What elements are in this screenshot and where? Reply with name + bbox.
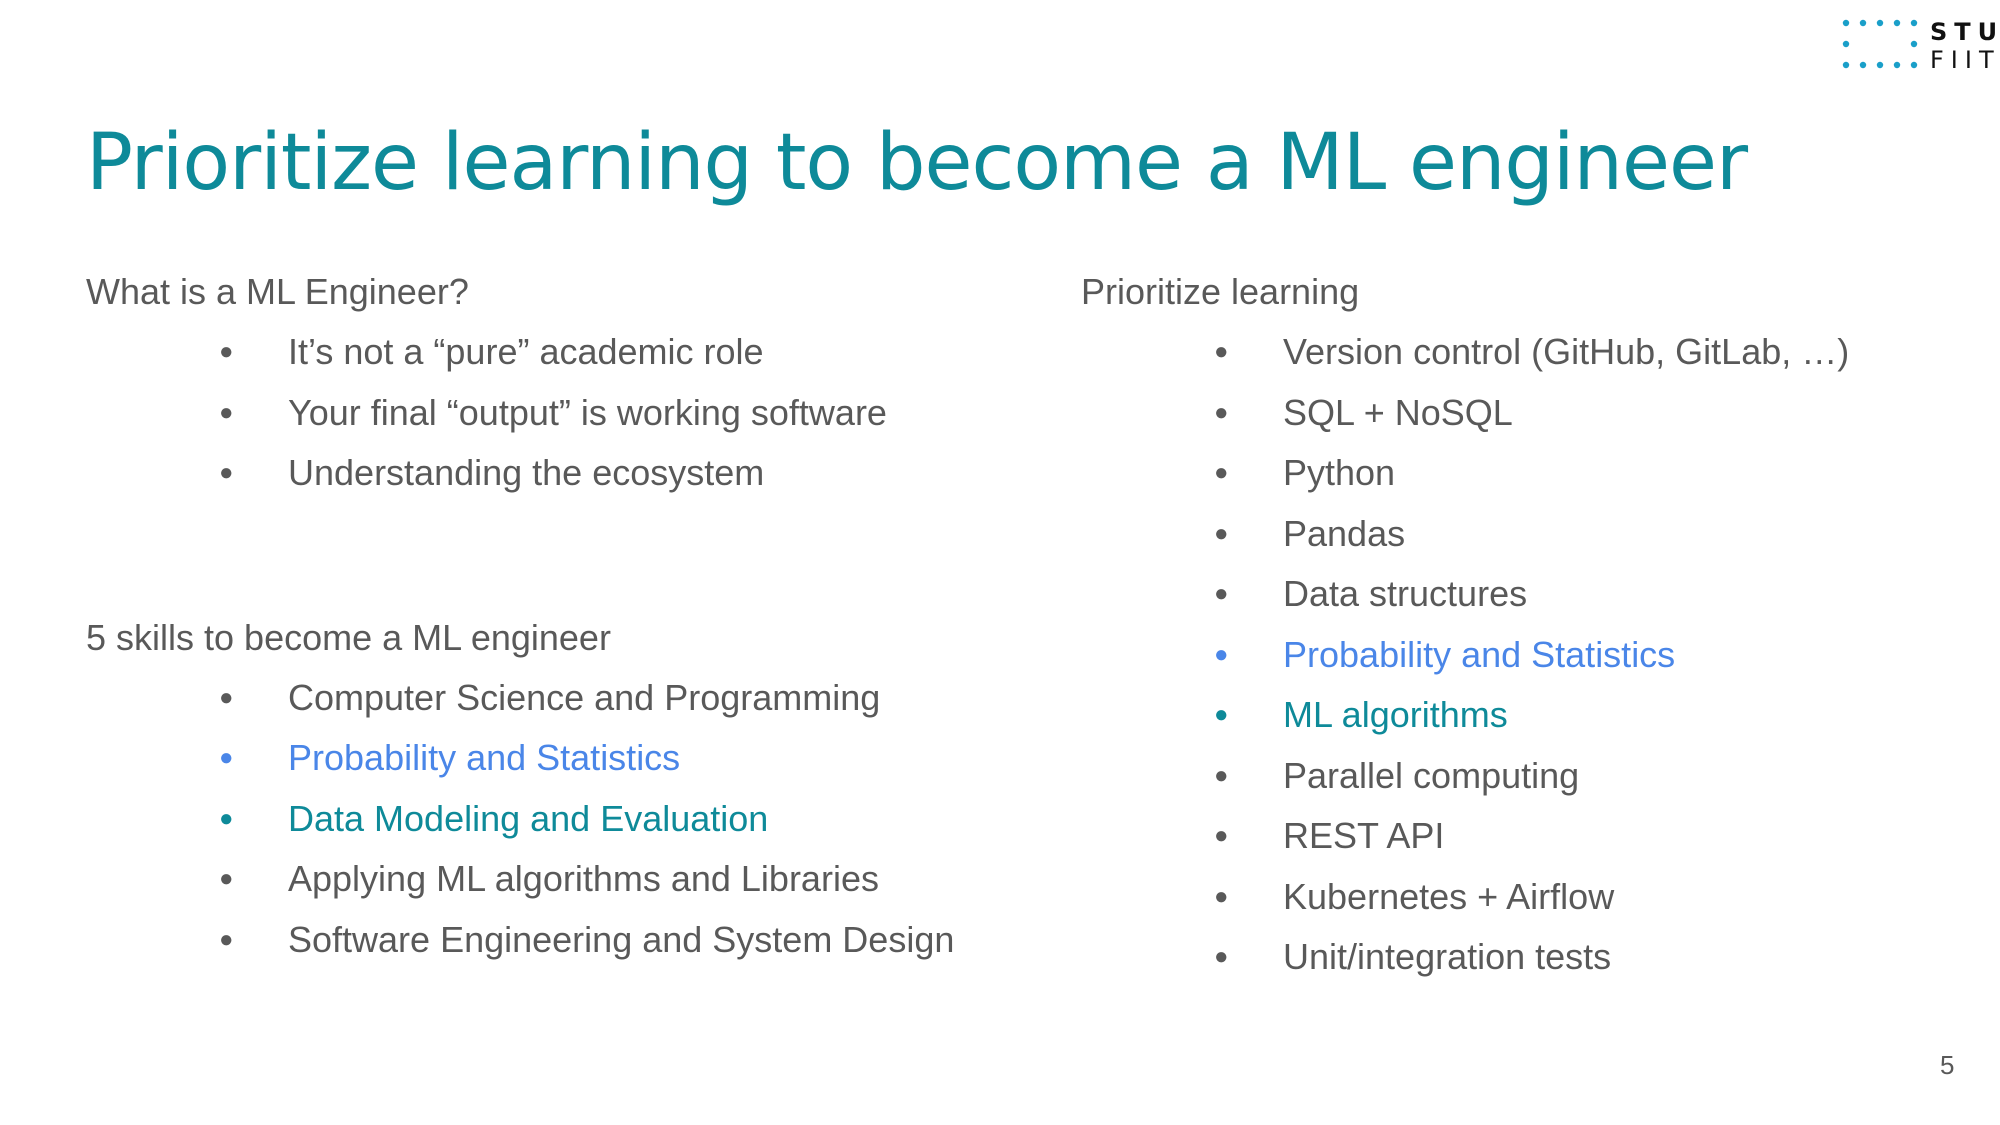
- section-heading-five-skills: 5 skills to become a ML engineer: [86, 616, 611, 658]
- list-what-is-ml-engineer: ● It’s not a “pure” academic role ● Your fi…: [86, 322, 1046, 504]
- list-item-text: SQL + NoSQL: [1283, 391, 1513, 433]
- list-item: ● Python: [1081, 443, 1981, 504]
- list-item: ● Applying ML algorithms and Libraries: [86, 849, 1046, 910]
- list-item: ● Kubernetes + Airflow: [1081, 867, 1981, 928]
- list-item-text: Data Modeling and Evaluation: [288, 797, 769, 839]
- bullet-icon: ●: [1214, 580, 1229, 607]
- stu-fiit-logo: STU FIIT: [1842, 18, 1997, 74]
- right-column: Prioritize learning ● Version control (Gi…: [1081, 262, 1981, 988]
- list-item-text: Python: [1283, 452, 1396, 493]
- bullet-icon: ●: [1214, 761, 1229, 789]
- list-item-text: Pandas: [1283, 512, 1406, 554]
- list-item: ● Data structures: [1081, 564, 1981, 625]
- list-item: ● Pandas: [1081, 504, 1981, 565]
- section-heading-what-is-ml-engineer: What is a ML Engineer?: [86, 271, 469, 312]
- list-item-text: It’s not a “pure” academic role: [288, 331, 764, 372]
- list-item: ● ML algorithms: [1081, 685, 1981, 746]
- bullet-icon: ●: [1214, 882, 1229, 910]
- list-five-skills: ● Computer Science and Programming ● Probab…: [86, 668, 1046, 971]
- list-item: ● Version control (GitHub, GitLab, …): [1081, 322, 1981, 383]
- list-item-text: Computer Science and Programming: [288, 676, 881, 718]
- section-heading-prioritize-learning: Prioritize learning: [1081, 271, 1360, 312]
- list-item-text: REST API: [1283, 815, 1445, 856]
- bullet-icon: ●: [1214, 519, 1229, 547]
- list-item-text: Data structures: [1283, 573, 1528, 614]
- list-item: ● Probability and Statistics: [86, 728, 1046, 789]
- left-column: What is a ML Engineer? ● It’s not a “pure…: [86, 262, 1046, 970]
- bullet-icon: ●: [1214, 398, 1229, 426]
- bullet-icon: ●: [1214, 943, 1229, 970]
- list-item: ● REST API: [1081, 806, 1981, 867]
- bullet-icon: ●: [219, 804, 234, 832]
- bullet-icon: ●: [1214, 338, 1229, 365]
- bullet-icon: ●: [219, 744, 234, 771]
- list-item: ● Understanding the ecosystem: [86, 443, 1046, 504]
- list-item: ● Probability and Statistics: [1081, 625, 1981, 686]
- list-item-text: Kubernetes + Airflow: [1283, 875, 1615, 917]
- bullet-icon: ●: [219, 398, 234, 426]
- page-number: 5: [1940, 1050, 1955, 1080]
- bullet-icon: ●: [219, 683, 234, 711]
- list-item-text: Unit/integration tests: [1283, 936, 1612, 977]
- bullet-icon: ●: [1214, 640, 1229, 668]
- logo-text: STU FIIT: [1930, 18, 2000, 74]
- list-item-text: Parallel computing: [1283, 754, 1580, 796]
- list-item-text: ML algorithms: [1283, 694, 1508, 735]
- list-item: ● Software Engineering and System Design: [86, 910, 1046, 971]
- bullet-icon: ●: [219, 865, 234, 892]
- logo-line-fiit: FIIT: [1930, 46, 2000, 74]
- bullet-icon: ●: [219, 925, 234, 953]
- list-item-text: Probability and Statistics: [1283, 633, 1676, 675]
- list-item: ● Your final “output” is working software: [86, 383, 1046, 444]
- list-item: ● Unit/integration tests: [1081, 927, 1981, 988]
- bullet-icon: ●: [219, 459, 234, 486]
- bullet-icon: ●: [219, 338, 234, 365]
- list-item: ● SQL + NoSQL: [1081, 383, 1981, 444]
- bullet-icon: ●: [1214, 701, 1229, 728]
- logo-line-stu: STU: [1930, 18, 2000, 46]
- list-item: ● It’s not a “pure” academic role: [86, 322, 1046, 383]
- list-item-text: Probability and Statistics: [288, 737, 681, 778]
- list-item-text: Your final “output” is working software: [288, 391, 887, 433]
- list-item-text: Software Engineering and System Design: [288, 918, 955, 960]
- bullet-icon: ●: [1214, 822, 1229, 849]
- list-prioritize-learning: ● Version control (GitHub, GitLab, …) ● SQL…: [1081, 322, 1981, 988]
- list-item: ● Parallel computing: [1081, 746, 1981, 807]
- list-item-text: Version control (GitHub, GitLab, …): [1283, 331, 1850, 372]
- list-item-text: Understanding the ecosystem: [288, 452, 765, 493]
- list-item: ● Computer Science and Programming: [86, 668, 1046, 729]
- slide-title: Prioritize learning to become a ML engin…: [86, 118, 1748, 208]
- bullet-icon: ●: [1214, 459, 1229, 486]
- logo-dots-icon: [1842, 19, 1918, 69]
- list-item: ● Data Modeling and Evaluation: [86, 789, 1046, 850]
- list-item-text: Applying ML algorithms and Libraries: [288, 858, 879, 899]
